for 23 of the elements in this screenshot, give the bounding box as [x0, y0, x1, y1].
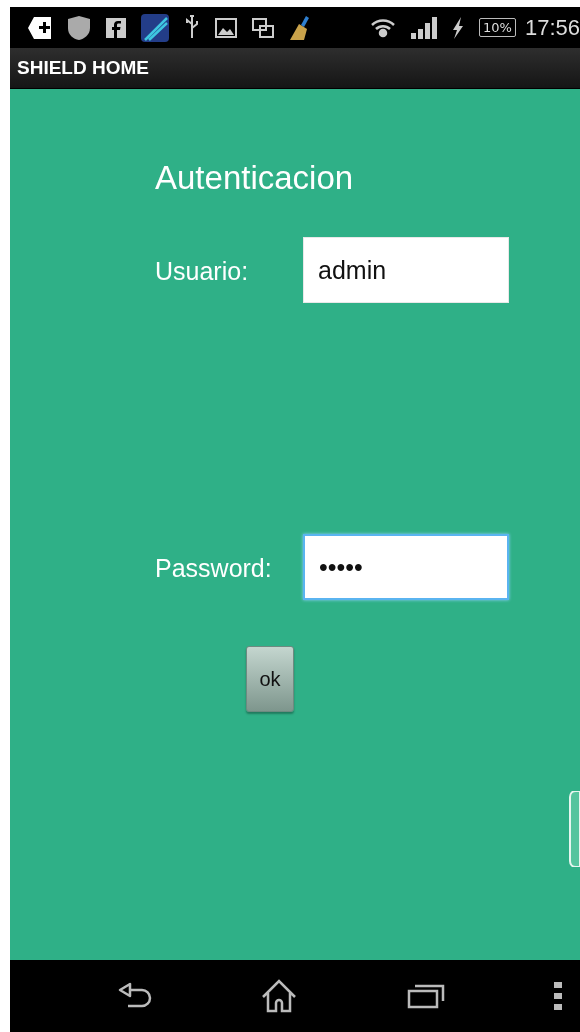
side-handle-icon[interactable] [568, 791, 580, 867]
windows-icon [252, 17, 274, 38]
home-icon [261, 979, 298, 1013]
field-label: Password: [155, 553, 273, 583]
password-field[interactable]: ••••• [303, 534, 509, 600]
ok-button[interactable]: ok [246, 646, 294, 712]
status-time: 17:56 [524, 14, 580, 41]
field-label: Usuario: [155, 256, 250, 286]
back-icon [118, 982, 152, 1010]
menu-icon [554, 982, 562, 1010]
shield-icon [67, 14, 91, 41]
image-icon [215, 17, 237, 38]
plus-tag-icon [28, 15, 52, 40]
username-field[interactable]: admin [303, 237, 509, 303]
app-title: SHIELD HOME [17, 57, 149, 79]
wifi-icon [370, 16, 397, 39]
charging-icon [452, 16, 465, 39]
form-title: Autenticacion [155, 159, 355, 197]
recent-apps-icon [406, 983, 445, 1009]
signal-icon [411, 16, 438, 39]
app-tile-icon [141, 13, 169, 42]
battery-level: 10% [479, 18, 516, 37]
facebook-icon [106, 17, 126, 38]
